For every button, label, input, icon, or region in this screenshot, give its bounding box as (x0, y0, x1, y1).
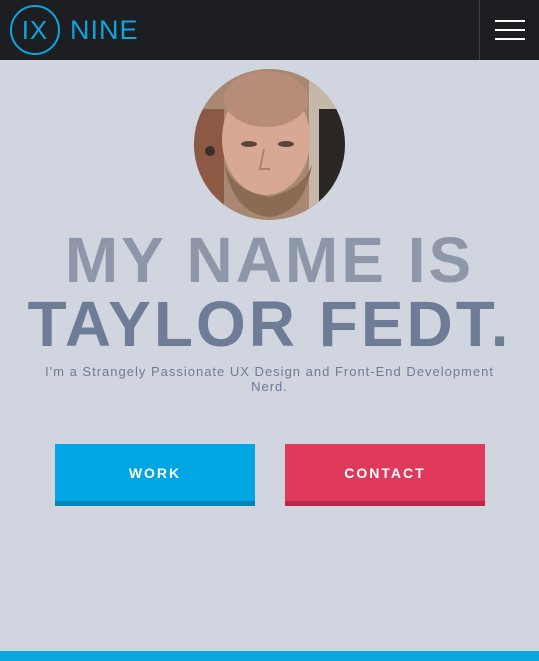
menu-line (494, 29, 525, 31)
contact-button[interactable]: CONTACT (285, 444, 485, 506)
work-button[interactable]: WORK (55, 444, 255, 506)
bottom-accent-bar (0, 651, 539, 661)
logo[interactable]: IX NINE (10, 4, 139, 56)
top-navigation-bar: IX NINE (0, 0, 539, 60)
logo-mark: IX (10, 5, 60, 55)
logo-wordmark: NINE (70, 14, 139, 45)
tagline: I'm a Strangely Passionate UX Design and… (45, 364, 494, 394)
avatar-photo (194, 69, 345, 220)
hamburger-menu-icon[interactable] (479, 0, 539, 60)
avatar (194, 69, 345, 220)
menu-line (494, 20, 525, 22)
menu-line (494, 38, 525, 40)
headline-intro: MY NAME IS (64, 224, 475, 296)
headline-name: TAYLOR FEDT. (27, 288, 512, 360)
